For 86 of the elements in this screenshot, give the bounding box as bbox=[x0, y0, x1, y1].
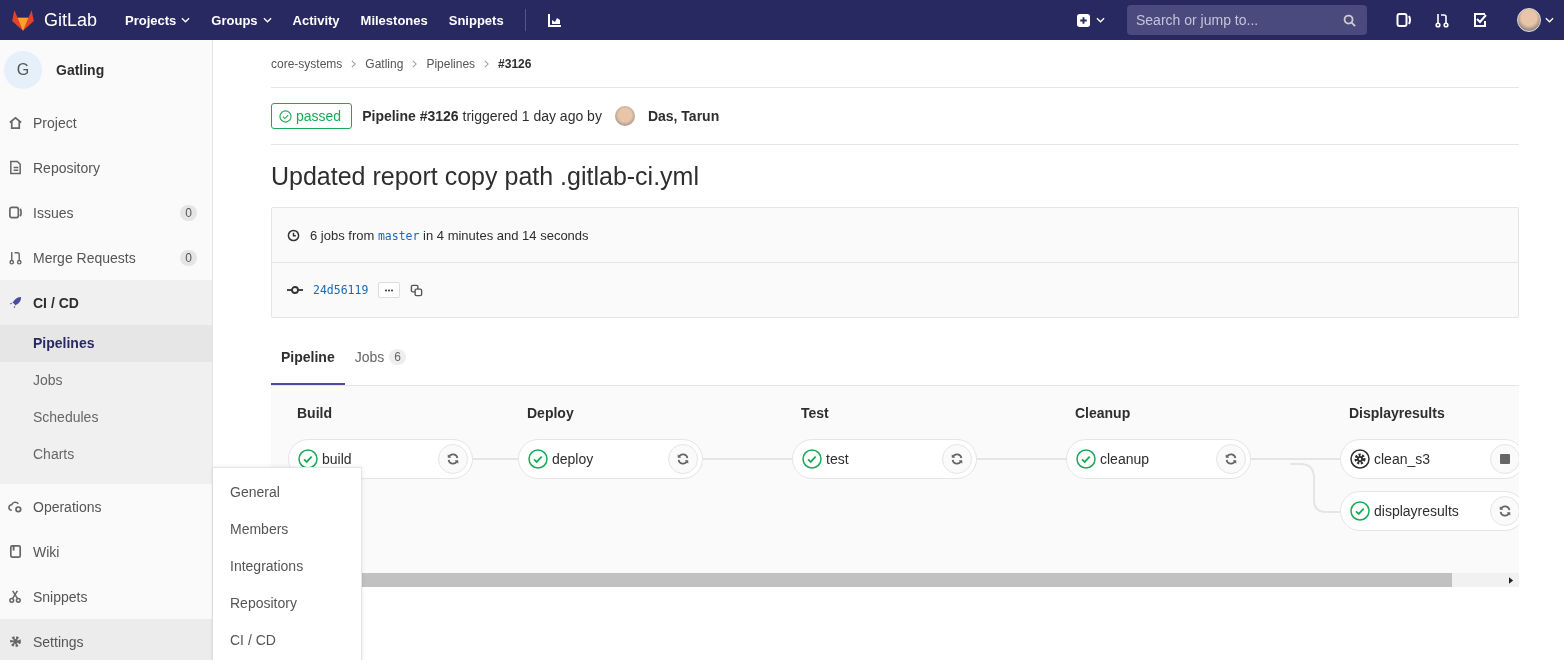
retry-button[interactable] bbox=[942, 444, 972, 474]
menu-item[interactable]: Integrations bbox=[213, 548, 361, 585]
fox-logo-icon[interactable] bbox=[10, 8, 36, 32]
stop-icon bbox=[1500, 454, 1510, 464]
nav-link[interactable]: Groups bbox=[211, 12, 272, 28]
clock-icon bbox=[287, 228, 300, 242]
sidebar-item[interactable]: CI / CD bbox=[0, 280, 212, 325]
search-icon bbox=[1343, 14, 1356, 27]
commit-sha-link[interactable]: 24d56119 bbox=[313, 283, 369, 297]
job-pill[interactable]: clean_s3 bbox=[1340, 439, 1519, 479]
branch-link[interactable]: master bbox=[377, 228, 420, 243]
nav-link[interactable]: Projects bbox=[125, 12, 191, 28]
nav-link[interactable]: Snippets bbox=[448, 12, 504, 28]
new-dropdown-button[interactable] bbox=[1077, 13, 1105, 27]
ellipsis-icon bbox=[384, 288, 395, 292]
sidebar-item[interactable]: Repository bbox=[0, 145, 212, 190]
retry-button[interactable] bbox=[1490, 496, 1519, 526]
project-avatar[interactable]: G bbox=[4, 51, 42, 89]
right-arrow-icon[interactable] bbox=[1509, 576, 1514, 584]
stage-title: Displayresults bbox=[1348, 404, 1446, 423]
stage-title: Test bbox=[800, 404, 830, 423]
copy-icon[interactable] bbox=[410, 283, 424, 297]
job-pill[interactable]: cleanup bbox=[1066, 439, 1251, 479]
breadcrumb-link[interactable]: Gatling bbox=[365, 56, 404, 71]
retry-button[interactable] bbox=[438, 444, 468, 474]
sidebar-item[interactable]: Project bbox=[0, 100, 212, 145]
merge-request-icon[interactable] bbox=[1434, 12, 1450, 28]
gear-icon bbox=[8, 634, 23, 649]
sidebar-item[interactable]: Operations bbox=[0, 484, 212, 529]
sidebar-item[interactable]: Snippets bbox=[0, 574, 212, 619]
stage-title: Deploy bbox=[526, 404, 575, 423]
rocket-icon bbox=[8, 295, 23, 310]
menu-item[interactable]: Members bbox=[213, 511, 361, 548]
retry-button[interactable] bbox=[668, 444, 698, 474]
user-link[interactable]: Das, Tarun bbox=[647, 108, 720, 124]
stage-title: Cleanup bbox=[1074, 404, 1132, 423]
house-icon bbox=[8, 115, 23, 130]
scissors-icon bbox=[8, 589, 23, 604]
job-pill[interactable]: displayresults bbox=[1340, 491, 1519, 531]
sidebar-item[interactable]: Issues 0 bbox=[0, 190, 212, 235]
breadcrumb-link[interactable]: Pipelines bbox=[426, 56, 476, 71]
retry-icon bbox=[446, 452, 460, 466]
sidebar-toggle-icon[interactable] bbox=[1396, 12, 1412, 28]
sidebar-item[interactable]: Wiki bbox=[0, 529, 212, 574]
retry-button[interactable] bbox=[1216, 444, 1246, 474]
file-icon bbox=[8, 160, 23, 175]
caret-icon[interactable] bbox=[1545, 17, 1554, 23]
nav-link[interactable]: Activity bbox=[292, 12, 340, 28]
book-icon bbox=[8, 544, 23, 559]
sidebar-item[interactable]: Settings bbox=[0, 619, 212, 660]
retry-icon bbox=[1224, 452, 1238, 466]
menu-item[interactable]: Repository bbox=[213, 585, 361, 622]
search-field[interactable]: Search or jump to... bbox=[1127, 5, 1367, 35]
commit-icon bbox=[287, 285, 303, 295]
user-avatar[interactable] bbox=[1517, 8, 1541, 32]
retry-icon bbox=[676, 452, 690, 466]
tab[interactable]: Jobs 6 bbox=[344, 349, 416, 385]
issue-icon bbox=[8, 205, 23, 220]
chevron-icon bbox=[484, 59, 490, 68]
nav-link[interactable]: Milestones bbox=[360, 12, 428, 28]
retry-icon bbox=[1498, 504, 1512, 518]
sidebar-subitem[interactable]: Schedules bbox=[0, 399, 212, 436]
sidebar-subitem[interactable]: Jobs bbox=[0, 362, 212, 399]
cancel-button[interactable] bbox=[1490, 444, 1519, 474]
sidebar-subitem[interactable]: Pipelines bbox=[0, 325, 212, 362]
cloud-icon bbox=[8, 499, 23, 514]
breadcrumb-link[interactable]: #3126 bbox=[498, 56, 532, 71]
pipeline-info-text: Pipeline #3126 triggered 1 day ago by bbox=[362, 108, 602, 124]
sidebar-subitem[interactable]: Charts bbox=[0, 436, 212, 473]
breadcrumb-link[interactable]: core-systems bbox=[271, 56, 343, 71]
chart-icon[interactable] bbox=[547, 13, 562, 27]
retry-icon bbox=[950, 452, 964, 466]
job-pill[interactable]: test bbox=[792, 439, 977, 479]
project-name[interactable]: Gatling bbox=[56, 62, 105, 78]
pipeline-summary: 6 jobs from master in 4 minutes and 14 seconds bbox=[310, 227, 589, 243]
todo-icon[interactable] bbox=[1472, 12, 1488, 28]
sidebar-item[interactable]: Merge Requests 0 bbox=[0, 235, 212, 280]
menu-item[interactable]: CI / CD bbox=[213, 622, 361, 659]
job-pill[interactable]: deploy bbox=[518, 439, 703, 479]
chevron-icon bbox=[412, 59, 418, 68]
caret-icon bbox=[1096, 17, 1105, 23]
chevron-icon bbox=[351, 59, 357, 68]
stage-title: Build bbox=[296, 404, 333, 423]
brand-name[interactable]: GitLab bbox=[44, 9, 98, 31]
commit-title: Updated report copy path .gitlab-ci.yml bbox=[271, 161, 700, 192]
merge-icon bbox=[8, 250, 23, 265]
